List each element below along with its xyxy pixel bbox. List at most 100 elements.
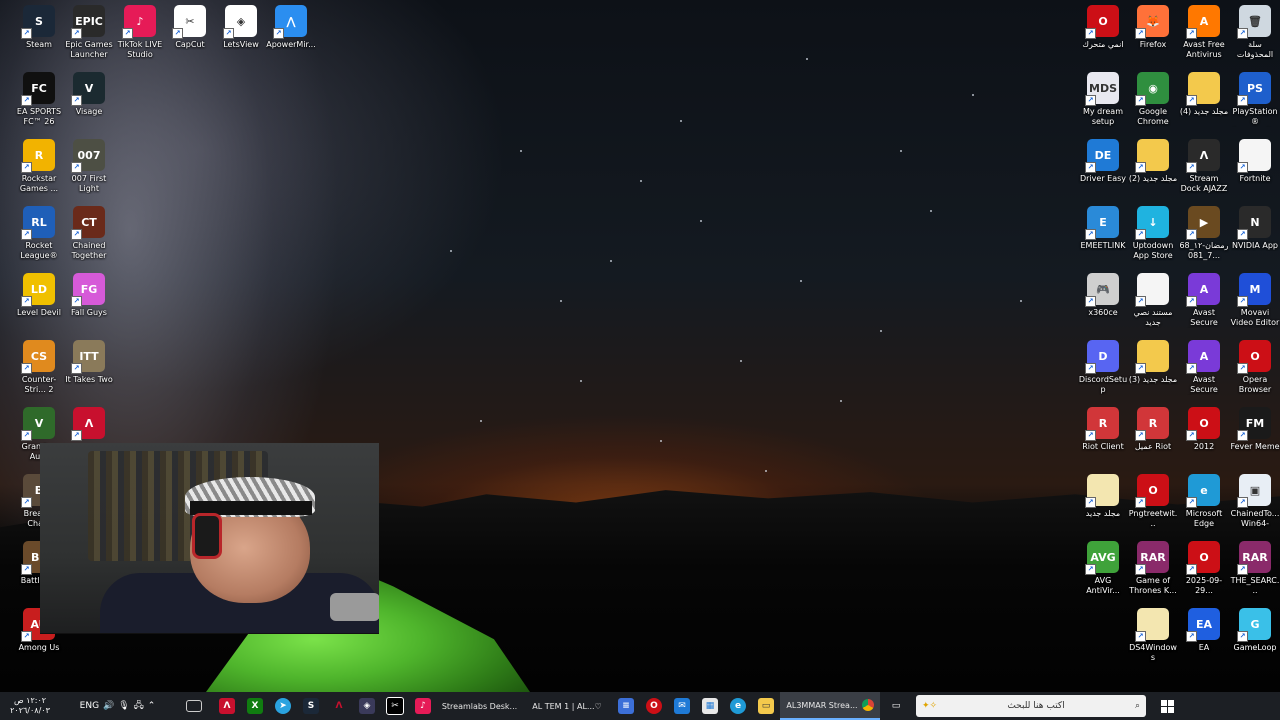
capcut-taskbar-icon[interactable]: ✂ xyxy=(381,692,409,720)
shortcut-label: Avast Secure Browser xyxy=(1190,375,1218,394)
notepad-icon[interactable]: ≡ xyxy=(612,692,640,720)
desktop-shortcut[interactable]: EPIC ↗ Epic Games Launcher xyxy=(64,5,114,60)
desktop-shortcut[interactable]: FC ↗ EA SPORTS FC™ 26 xyxy=(14,72,64,127)
desktop-shortcut[interactable]: G ↗ GameLoop xyxy=(1230,608,1280,653)
ajazz-taskbar-icon[interactable]: Λ xyxy=(213,692,241,720)
steam-taskbar-icon[interactable]: S xyxy=(297,692,325,720)
tiktok-taskbar-icon[interactable]: ♪ xyxy=(409,692,437,720)
desktop-shortcut[interactable]: CT ↗ Chained Together xyxy=(64,206,114,261)
desktop-shortcut[interactable]: MDS ↗ My dream setup xyxy=(1078,72,1128,127)
desktop-shortcut[interactable]: ↗ (4) مجلد جديد xyxy=(1179,72,1229,117)
clock[interactable]: ١٢:٠٢ ص ٢٠٢٦/٠٨/٠٣ xyxy=(0,692,60,720)
desktop-shortcut[interactable]: RAR ↗ THE_SEARC... xyxy=(1230,541,1280,596)
desktop-shortcut[interactable]: CS ↗ Counter-Stri... 2 xyxy=(14,340,64,395)
windows-start-icon[interactable] xyxy=(1150,692,1184,720)
star xyxy=(560,300,562,302)
desktop-shortcut[interactable]: ▣↗ChainedTo... Win64-Ship... xyxy=(1230,474,1280,529)
desktop-shortcut[interactable]: AVG ↗ AVG AntiVir... xyxy=(1078,541,1128,596)
desktop-shortcut[interactable]: ↗ مستند نصي جديد xyxy=(1128,273,1178,328)
desktop-shortcut[interactable]: ↗ مجلد جديد xyxy=(1078,474,1128,519)
desktop-shortcut[interactable]: O ↗ 2025-09-29... xyxy=(1179,541,1229,596)
desktop-shortcut[interactable]: RL ↗ Rocket League® xyxy=(14,206,64,261)
shortcut-label: مجلد جديد xyxy=(1085,509,1121,518)
shortcut-arrow-icon: ↗ xyxy=(71,296,82,307)
mail-icon[interactable]: ✉ xyxy=(668,692,696,720)
desktop-shortcut[interactable]: M↗Movavi Video Editor 26 xyxy=(1230,273,1280,328)
shortcut-arrow-icon: ↗ xyxy=(1085,296,1096,307)
lang-indicator[interactable]: ENG xyxy=(80,701,99,711)
store-icon[interactable]: ▦ xyxy=(696,692,724,720)
desktop-shortcut[interactable]: A ↗ Avast Free Antivirus xyxy=(1179,5,1229,60)
shortcut-label: Level Devil xyxy=(17,308,61,317)
desktop-shortcut[interactable]: O ↗ انمي متحرك xyxy=(1078,5,1128,50)
desktop-shortcut[interactable]: FM ↗ Fever Meme xyxy=(1230,407,1280,452)
task-view-icon[interactable]: ▭ xyxy=(880,692,912,720)
shortcut-label: 007 First Light xyxy=(71,174,107,193)
desktop-shortcut[interactable]: ITT ↗ It Takes Two xyxy=(64,340,114,385)
desktop-shortcut[interactable]: R ↗ Riot Client xyxy=(1078,407,1128,452)
edge-taskbar-icon[interactable]: e xyxy=(724,692,752,720)
shortcut-label: PlayStation® Accessories xyxy=(1232,107,1278,126)
desktop-shortcut[interactable]: LD ↗ Level Devil xyxy=(14,273,64,318)
desktop-shortcut[interactable]: R ↗ Rockstar Games ... xyxy=(14,139,64,194)
desktop-shortcut[interactable]: V ↗ Visage xyxy=(64,72,114,117)
desktop-shortcut[interactable]: ↗ DS4Windows xyxy=(1128,608,1178,663)
keyboard-icon[interactable] xyxy=(175,692,213,720)
app-taskbar-icon[interactable]: ◈ xyxy=(353,692,381,720)
desktop-shortcut[interactable]: RAR ↗ Game of Thrones K... xyxy=(1128,541,1178,596)
desktop-shortcut[interactable]: Λ ↗ xyxy=(64,407,114,442)
desktop-shortcut[interactable]: e ↗ Microsoft Edge xyxy=(1179,474,1229,529)
shortcut-arrow-icon: ↗ xyxy=(71,430,82,441)
desktop-shortcut[interactable]: R ↗ عميل Riot xyxy=(1128,407,1178,452)
desktop-shortcut[interactable]: A↗Avast Secure Browser xyxy=(1179,340,1229,395)
shortcut-arrow-icon: ↗ xyxy=(1135,95,1146,106)
desktop-shortcut[interactable]: ◈ ↗ LetsView xyxy=(216,5,266,50)
network-icon[interactable]: 🖧 xyxy=(134,698,144,714)
search-box[interactable]: ✦✧ اكتب هنا للبحث ⌕ xyxy=(916,695,1146,717)
desktop-shortcut[interactable]: O ↗ Pngtreetwit... xyxy=(1128,474,1178,529)
desktop-shortcut[interactable]: D ↗ DiscordSetup xyxy=(1078,340,1128,395)
desktop-shortcut[interactable]: O ↗ Opera Browser xyxy=(1230,340,1280,395)
desktop-shortcut[interactable]: ⋀ ↗ ApowerMir... xyxy=(266,5,316,50)
speaker-icon[interactable]: 🔊 xyxy=(103,701,114,711)
desktop-shortcut[interactable]: DE ↗ Driver Easy xyxy=(1078,139,1128,184)
desktop-shortcut[interactable]: ♪ ↗ TikTok LIVE Studio xyxy=(115,5,165,60)
file-explorer-icon[interactable]: ▭ xyxy=(752,692,780,720)
opera-taskbar-icon[interactable]: O xyxy=(640,692,668,720)
streamlabs-window-button[interactable]: Streamlabs Desk... xyxy=(437,692,522,720)
desktop-shortcut[interactable]: N ↗ NVIDIA App xyxy=(1230,206,1280,251)
microphone-icon[interactable]: 🎙 xyxy=(118,701,129,711)
desktop-shortcut[interactable]: 🎮 ↗ x360ce xyxy=(1078,273,1128,318)
shortcut-arrow-icon: ↗ xyxy=(1237,95,1248,106)
desktop-shortcut[interactable]: ↗ (3) مجلد جديد xyxy=(1128,340,1178,385)
desktop-shortcut[interactable]: A↗Avast Secure Browser xyxy=(1179,273,1229,328)
telegram-icon[interactable]: ➤ xyxy=(269,692,297,720)
shortcut-arrow-icon: ↗ xyxy=(1237,296,1248,307)
xbox-icon[interactable]: X xyxy=(241,692,269,720)
desktop-shortcut[interactable]: O ↗ 2012 xyxy=(1179,407,1229,452)
chrome-window-button[interactable]: AL3MMAR Strea... xyxy=(780,692,880,720)
desktop-shortcut[interactable]: ✂ ↗ CapCut xyxy=(165,5,215,50)
browser-window-button[interactable]: AL TEM 1 | AL...♡ xyxy=(522,692,612,720)
desktop-shortcut[interactable]: 007 ↗ 007 First Light xyxy=(64,139,114,194)
shortcut-label: Visage xyxy=(75,107,103,116)
desktop-shortcut[interactable]: 🦊 ↗ Firefox xyxy=(1128,5,1178,50)
stream-dock-taskbar-icon[interactable]: Λ xyxy=(325,692,353,720)
desktop-shortcut[interactable]: ↗ (2) مجلد جديد xyxy=(1128,139,1178,184)
letsview-icon: ◈ ↗ xyxy=(223,5,257,39)
desktop-shortcut[interactable]: ◉ ↗ Google Chrome xyxy=(1128,72,1178,127)
desktop-shortcut[interactable]: 🗑 ↗ سلة المحذوفات xyxy=(1230,5,1280,60)
desktop-shortcut[interactable]: E ↗ EMEETLINK xyxy=(1078,206,1128,251)
desktop-shortcut[interactable]: ↗ Fortnite xyxy=(1230,139,1280,184)
shortcut-label: Fall Guys xyxy=(71,308,107,317)
desktop-shortcut[interactable]: S ↗ Steam xyxy=(14,5,64,50)
desktop-shortcut[interactable]: Λ ↗ Stream Dock AJAZZ xyxy=(1179,139,1229,194)
tray-chevron-icon[interactable]: ⌃ xyxy=(148,701,156,711)
avast-secure-browser-icon: A ↗ xyxy=(1186,273,1220,307)
desktop-shortcut[interactable]: ↓ ↗ Uptodown App Store xyxy=(1128,206,1178,261)
shortcut-arrow-icon: ↗ xyxy=(1186,631,1197,642)
desktop-shortcut[interactable]: PS↗PlayStation® Accessories xyxy=(1230,72,1280,127)
desktop-shortcut[interactable]: FG ↗ Fall Guys xyxy=(64,273,114,318)
desktop-shortcut[interactable]: EA ↗ EA xyxy=(1179,608,1229,653)
desktop-shortcut[interactable]: ▶ ↗ رمضان-١٢_687_081... xyxy=(1179,206,1229,261)
